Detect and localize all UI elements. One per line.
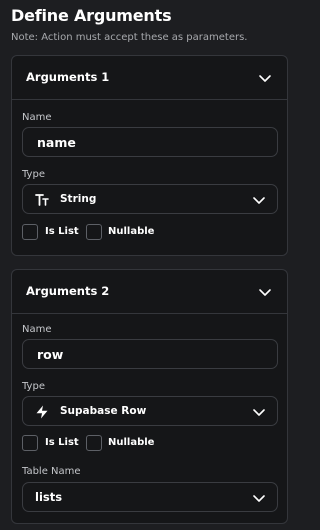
type-select-value: String (60, 193, 97, 205)
page-note: Note: Action must accept these as parame… (11, 32, 248, 43)
chevron-down-icon (253, 409, 265, 416)
nullable-checkbox[interactable] (86, 224, 102, 240)
chevron-down-icon (253, 197, 265, 204)
chevron-down-icon[interactable] (257, 284, 273, 300)
argument-title: Arguments 2 (26, 284, 110, 298)
name-label: Name (22, 324, 52, 335)
type-select[interactable]: Supabase Row (22, 396, 278, 426)
name-input[interactable]: name (22, 127, 278, 157)
is-list-checkbox[interactable] (22, 224, 38, 240)
type-select[interactable]: String (22, 184, 278, 214)
table-name-value: lists (35, 490, 63, 504)
argument-card-header[interactable]: Arguments 2 (12, 270, 287, 314)
type-label: Type (22, 381, 45, 392)
table-name-label: Table Name (22, 466, 81, 477)
page-title: Define Arguments (11, 6, 172, 25)
type-select-value: Supabase Row (60, 405, 147, 417)
name-label: Name (22, 112, 52, 123)
is-list-label: Is List (45, 226, 79, 237)
chevron-down-icon (253, 495, 265, 502)
table-name-select[interactable]: lists (22, 482, 278, 512)
argument-card-2: Arguments 2 Name row Type Supabase Row I… (11, 269, 288, 524)
nullable-checkbox[interactable] (86, 435, 102, 451)
type-label: Type (22, 169, 45, 180)
text-type-icon (35, 194, 49, 206)
name-input-value: row (37, 347, 64, 362)
name-input[interactable]: row (22, 339, 278, 369)
nullable-label: Nullable (108, 226, 155, 237)
nullable-label: Nullable (108, 437, 155, 448)
argument-card-header[interactable]: Arguments 1 (12, 56, 287, 100)
argument-title: Arguments 1 (26, 70, 110, 84)
name-input-value: name (37, 135, 76, 150)
chevron-down-icon[interactable] (257, 70, 273, 86)
is-list-label: Is List (45, 437, 79, 448)
argument-card-1: Arguments 1 Name name Type String Is Lis… (11, 55, 288, 256)
options-row: Is List Nullable (22, 435, 222, 453)
is-list-checkbox[interactable] (22, 435, 38, 451)
options-row: Is List Nullable (22, 224, 222, 242)
supabase-icon (36, 405, 48, 419)
